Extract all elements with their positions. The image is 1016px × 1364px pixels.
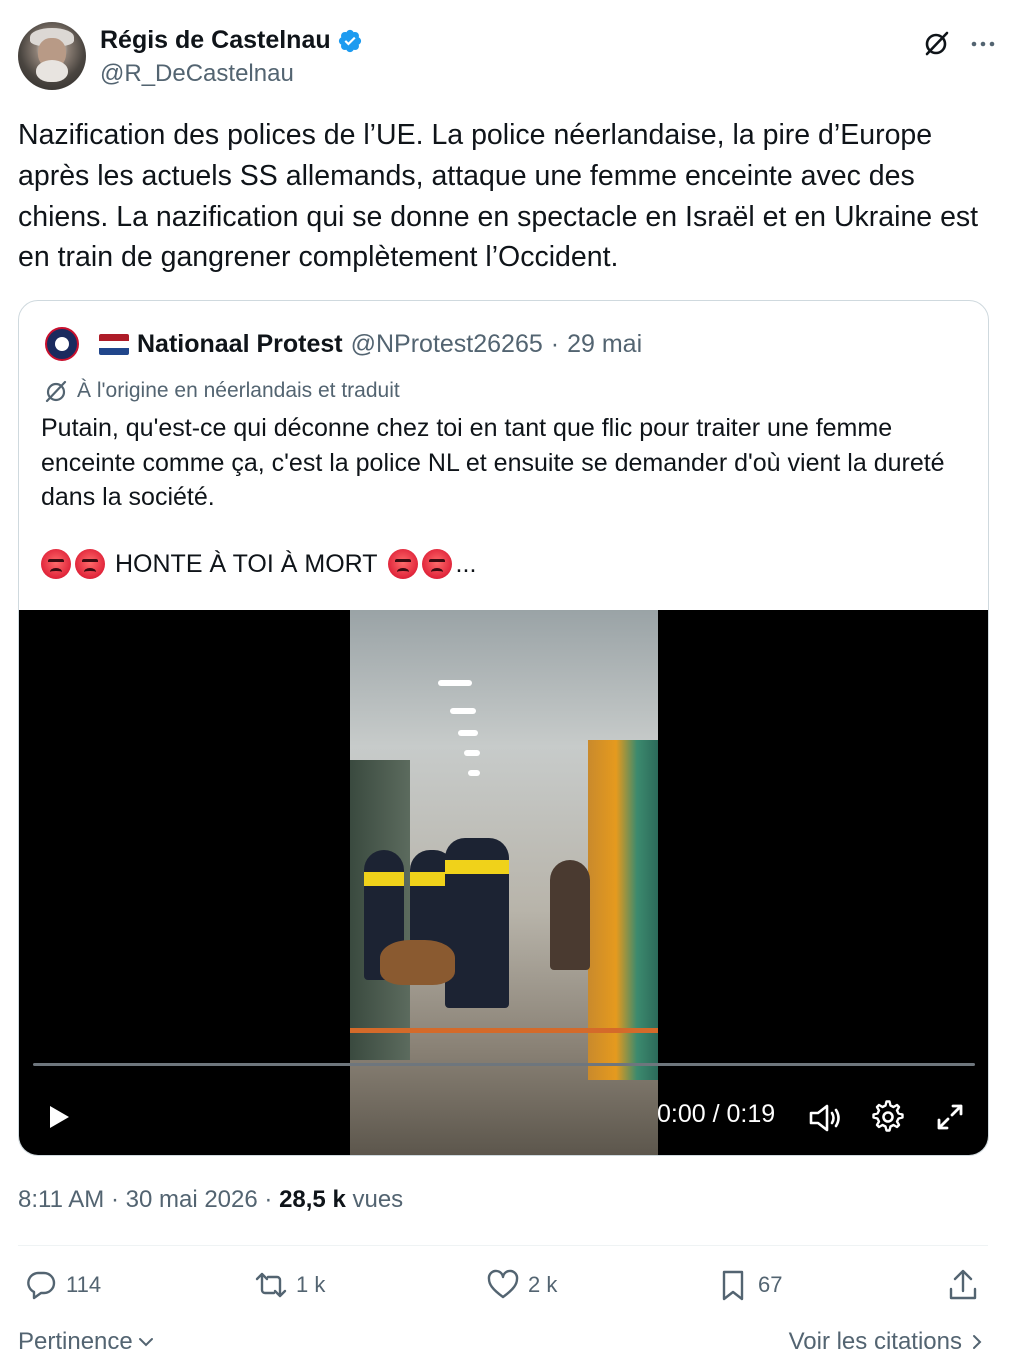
- repost-count: 1 k: [296, 1272, 326, 1297]
- repost-icon: [255, 1272, 287, 1298]
- bookmark-icon: [722, 1270, 744, 1301]
- tweet-text: Nazification des polices de l’UE. La pol…: [18, 119, 979, 274]
- meta-separator: ·: [110, 1186, 119, 1213]
- bookmark-button[interactable]: 67: [716, 1268, 782, 1302]
- repost-button[interactable]: 1 k: [254, 1268, 325, 1302]
- author-avatar[interactable]: [18, 22, 86, 90]
- author-handle[interactable]: @R_DeCastelnau: [100, 60, 294, 88]
- action-bar: 114 1 k 2 k 67: [0, 1268, 1016, 1308]
- chevron-right-icon: [973, 1335, 982, 1349]
- views-label: vues: [352, 1186, 404, 1213]
- more-options-icon[interactable]: [968, 28, 998, 58]
- quoted-author-avatar[interactable]: [45, 327, 79, 361]
- translation-notice[interactable]: À l'origine en néerlandais et traduit: [43, 378, 400, 404]
- video-progress-bar[interactable]: [33, 1063, 975, 1066]
- quoted-tweet-shout-line: HONTE À TOI À MORT ...: [41, 549, 476, 579]
- angry-face-icon: [387, 549, 418, 579]
- author-name[interactable]: Régis de Castelnau: [100, 26, 331, 55]
- angry-face-icon: [421, 549, 452, 579]
- view-quotes-label: Voir les citations: [788, 1328, 962, 1355]
- divider: [18, 1245, 988, 1246]
- author-name-row: Régis de Castelnau: [100, 26, 363, 55]
- views-count: 28,5 k: [279, 1186, 346, 1213]
- like-button[interactable]: 2 k: [486, 1268, 557, 1302]
- share-icon: [949, 1269, 977, 1300]
- netherlands-flag-icon: [99, 333, 129, 355]
- play-icon[interactable]: [47, 1104, 71, 1130]
- chevron-down-icon: [138, 1338, 153, 1347]
- verified-badge-icon: [338, 29, 361, 52]
- meta-separator: ·: [264, 1186, 273, 1213]
- translation-label: À l'origine en néerlandais et traduit: [77, 379, 400, 402]
- quoted-author-handle[interactable]: @NProtest26265: [351, 330, 543, 359]
- reply-icon: [27, 1271, 56, 1300]
- angry-face-icon: [75, 549, 105, 579]
- volume-icon[interactable]: [807, 1100, 843, 1136]
- sort-dropdown[interactable]: Pertinence: [18, 1328, 155, 1356]
- tweet-time[interactable]: 8:11 AM: [18, 1186, 104, 1213]
- quoted-author-name[interactable]: Nationaal Protest: [137, 330, 343, 359]
- quoted-tweet-header: Nationaal Protest @NProtest26265 · 29 ma…: [45, 327, 642, 361]
- video-player[interactable]: 0:00 / 0:19: [19, 610, 988, 1155]
- quoted-shout-text: HONTE À TOI À MORT: [115, 549, 378, 578]
- video-frame: [350, 610, 658, 1155]
- tweet-header: Régis de Castelnau @R_DeCastelnau: [18, 22, 998, 92]
- translate-icon: [45, 380, 67, 403]
- settings-gear-icon[interactable]: [871, 1100, 905, 1134]
- quoted-separator: ·: [550, 329, 560, 358]
- fullscreen-icon[interactable]: [933, 1100, 967, 1134]
- grok-icon[interactable]: [922, 28, 952, 58]
- quoted-date[interactable]: 29 mai: [567, 330, 642, 359]
- quoted-tweet-text: Putain, qu'est-ce qui déconne chez toi e…: [41, 414, 945, 511]
- view-quotes-link[interactable]: Voir les citations: [789, 1328, 986, 1356]
- bookmark-count: 67: [758, 1272, 783, 1297]
- angry-face-icon: [41, 549, 71, 579]
- quoted-tweet[interactable]: Nationaal Protest @NProtest26265 · 29 ma…: [18, 300, 989, 1156]
- quoted-ellipsis: ...: [455, 549, 477, 578]
- tweet-date[interactable]: 30 mai 2026: [126, 1186, 258, 1213]
- tweet-meta: 8:11 AM · 30 mai 2026 · 28,5 k vues: [18, 1186, 403, 1214]
- video-time: 0:00 / 0:19: [657, 1100, 776, 1128]
- heart-icon: [487, 1269, 519, 1299]
- like-count: 2 k: [528, 1272, 558, 1297]
- reply-count: 114: [66, 1272, 102, 1297]
- reply-button[interactable]: 114: [24, 1268, 101, 1302]
- sort-label: Pertinence: [18, 1328, 133, 1355]
- share-button[interactable]: [946, 1268, 980, 1302]
